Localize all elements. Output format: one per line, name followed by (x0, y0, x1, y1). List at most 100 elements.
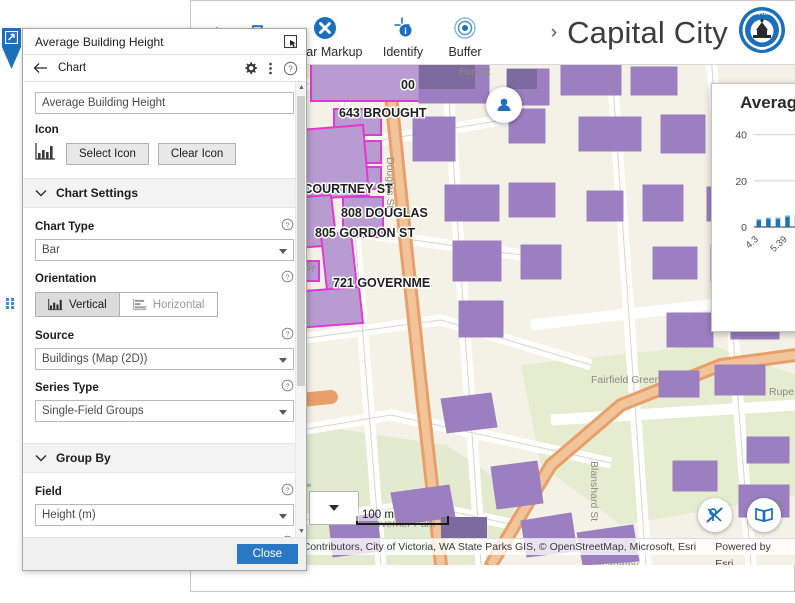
section-title-group-by: Group By (56, 451, 111, 465)
name-and-icon-card: Icon Select Icon (23, 82, 306, 178)
chart-settings-panel: Average Building Height Chart ? Average … (22, 28, 307, 571)
buffer-icon (451, 13, 479, 43)
help-icon[interactable]: ? (281, 535, 294, 537)
panel-title: Average Building Height (35, 34, 164, 49)
svg-text:Blanshard St: Blanshard St (588, 461, 600, 521)
app-brand: › Capital City CAPITAL 1862 (551, 6, 795, 59)
bar-chart-icon (35, 141, 57, 166)
panel-scrollbar[interactable]: ▲ ▼ (295, 82, 306, 537)
identify-icon: i (389, 13, 417, 43)
svg-text:5.39: 5.39 (768, 234, 789, 255)
panel-scroll-region[interactable]: Icon Select Icon (23, 82, 306, 538)
svg-text:?: ? (286, 274, 290, 281)
svg-text:0: 0 (741, 222, 747, 234)
panel-breadcrumb: Chart (58, 62, 87, 74)
drag-grip-icon (6, 298, 14, 309)
help-icon[interactable]: ? (283, 61, 298, 76)
select-icon-button[interactable]: Select Icon (66, 142, 149, 165)
vertical-bars-icon (48, 298, 63, 311)
field-axis-label: Axis Label ? (35, 535, 294, 537)
chart-svg: 020404.35.397.59.2510.7216.3523.86 (735, 129, 795, 255)
section-header-chart-settings[interactable]: Chart Settings (23, 178, 306, 208)
orientation-horizontal-label: Horizontal (152, 298, 205, 311)
svg-text:805 GORDON ST: 805 GORDON ST (315, 226, 415, 240)
svg-text:Academy: Academy (595, 559, 640, 565)
svg-text:4.3: 4.3 (744, 234, 761, 251)
svg-text:00: 00 (401, 78, 415, 92)
svg-text:Rupe: Rupe (769, 386, 794, 398)
more-options-icon[interactable] (268, 61, 273, 76)
close-button[interactable]: Close (236, 544, 298, 564)
label-field: Field (35, 486, 62, 498)
field-orientation: Orientation ? Vertical Horizontal (35, 270, 294, 317)
panel-sub-bar: Chart ? (23, 55, 306, 82)
chart-x-axis-label: Height (m) (712, 315, 795, 327)
measure-tool-icon (706, 507, 723, 523)
gear-icon[interactable] (243, 61, 258, 76)
back-arrow-icon[interactable] (33, 62, 48, 74)
panel-drag-handle[interactable] (6, 296, 15, 314)
svg-text:Fort St: Fort St (459, 66, 491, 78)
bookmarks-button[interactable] (747, 498, 781, 532)
basemap-dropdown[interactable] (309, 491, 359, 525)
group-field-dropdown[interactable]: Height (m) (35, 504, 294, 526)
svg-text:20: 20 (735, 175, 747, 187)
panel-body: Icon Select Icon (23, 82, 306, 537)
orientation-horizontal-option[interactable]: Horizontal (119, 292, 218, 317)
field-series-type: Series Type ? Single-Field Groups (35, 379, 294, 422)
svg-text:?: ? (286, 222, 290, 229)
orientation-vertical-label: Vertical (69, 298, 107, 311)
svg-text:?: ? (286, 331, 290, 338)
tool-buffer-label: Buffer (448, 44, 482, 59)
section-header-group-by[interactable]: Group By (23, 443, 306, 473)
chevron-down-icon (329, 505, 339, 511)
brand-chevron-icon: › (550, 21, 558, 43)
field-group-field: Field ? Height (m) (35, 483, 294, 526)
source-dropdown[interactable]: Buildings (Map (2D)) (35, 348, 294, 370)
location-pin-marker[interactable] (486, 87, 522, 123)
help-icon[interactable]: ? (281, 379, 294, 397)
dock-pointer (2, 47, 21, 69)
tool-buffer[interactable]: Buffer (435, 7, 495, 59)
panel-scrollbar-thumb[interactable] (297, 96, 305, 386)
svg-text:Fairfield Green: Fairfield Green (591, 374, 661, 386)
svg-text:?: ? (288, 64, 293, 73)
expand-panel-button[interactable] (2, 28, 21, 47)
chart-title: Average Building Height (740, 93, 795, 112)
label-orientation: Orientation (35, 273, 97, 285)
chevron-down-icon (35, 190, 47, 197)
chart-type-dropdown[interactable]: Bar (35, 239, 294, 261)
tool-identify-label: Identify (382, 44, 424, 59)
label-source: Source (35, 330, 74, 342)
panel-footer: Close (23, 538, 306, 570)
powered-by-esri-label: Powered by Esri (715, 541, 771, 565)
help-icon[interactable]: ? (281, 270, 294, 288)
chart-popup[interactable]: Average Building Height 020404.35.397.59… (711, 83, 795, 332)
section-title-chart-settings: Chart Settings (56, 186, 139, 200)
chart-name-input[interactable] (35, 92, 294, 114)
series-type-dropdown[interactable]: Single-Field Groups (35, 400, 294, 422)
scroll-down-arrow-icon[interactable]: ▼ (298, 528, 305, 535)
field-chart-type: Chart Type ? Bar (35, 218, 294, 261)
help-icon[interactable]: ? (281, 327, 294, 345)
label-chart-type: Chart Type (35, 221, 95, 233)
icon-section-label: Icon (35, 124, 59, 136)
svg-text:Douglas St: Douglas St (384, 157, 396, 208)
location-pin-icon (497, 98, 511, 111)
svg-text:?: ? (286, 383, 290, 390)
help-icon[interactable]: ? (281, 483, 294, 501)
undock-icon[interactable] (284, 34, 298, 49)
scroll-up-arrow-icon[interactable]: ▲ (298, 84, 305, 91)
clear-icon-button[interactable]: Clear Icon (157, 142, 237, 165)
section-body-group-by: Field ? Height (m) Axis Label (23, 473, 306, 537)
help-icon[interactable]: ? (281, 218, 294, 236)
scale-bar: 100 m (356, 509, 449, 525)
tool-identify[interactable]: i Identify (371, 7, 435, 59)
chevron-down-icon (35, 455, 47, 462)
svg-text:1862: 1862 (758, 46, 768, 51)
panel-title-bar: Average Building Height (23, 29, 306, 55)
orientation-vertical-option[interactable]: Vertical (35, 292, 120, 317)
measure-tool-button[interactable] (698, 498, 732, 532)
orientation-toggle-group: Vertical Horizontal (35, 292, 294, 317)
svg-text:40: 40 (735, 129, 747, 141)
